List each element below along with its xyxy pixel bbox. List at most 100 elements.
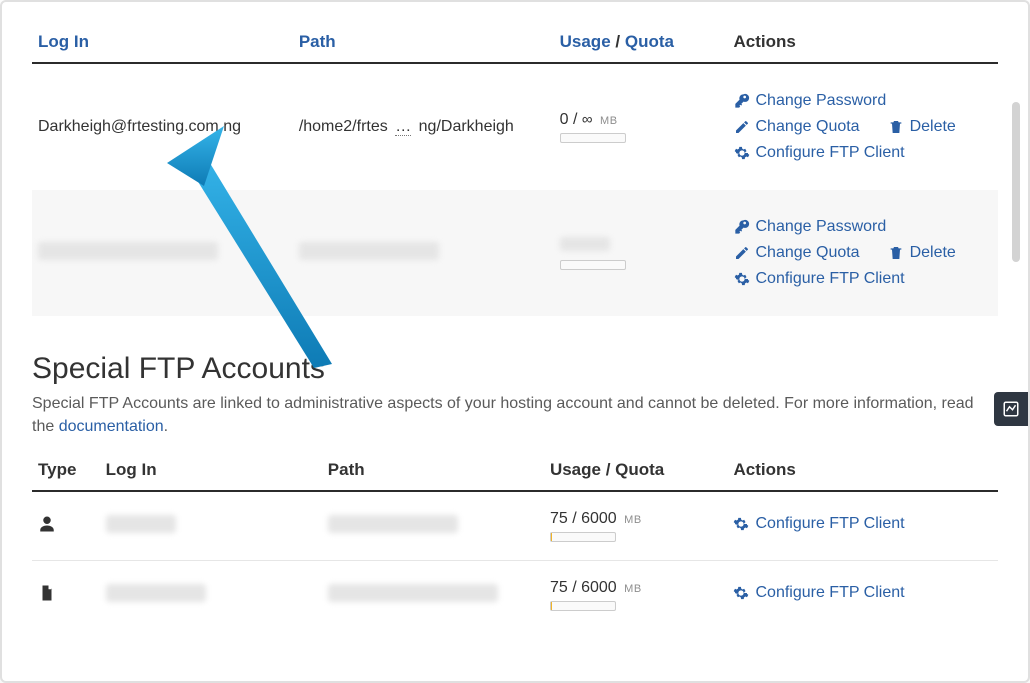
section-description: Special FTP Accounts are linked to admin… bbox=[32, 392, 998, 438]
usage-used: 0 bbox=[560, 111, 569, 128]
redacted bbox=[328, 515, 458, 533]
col-header-path: Path bbox=[322, 452, 544, 491]
actions-cell: Configure FTP Client bbox=[727, 561, 998, 630]
ftp-path-ellipsis[interactable]: … bbox=[395, 118, 411, 136]
redacted bbox=[299, 242, 439, 260]
usage-bar bbox=[560, 260, 626, 270]
col-header-path[interactable]: Path bbox=[293, 24, 554, 63]
ftp-accounts-table: Log In Path Usage / Quota Actions Darkhe… bbox=[32, 24, 998, 316]
path-cell bbox=[322, 491, 544, 561]
usage-used: 75 bbox=[550, 510, 568, 527]
change-password-link[interactable]: Change Password bbox=[734, 218, 887, 236]
configure-ftp-label: Configure FTP Client bbox=[756, 270, 905, 288]
usage-sep: / bbox=[572, 579, 576, 596]
type-cell bbox=[32, 561, 100, 630]
change-quota-link[interactable]: Change Quota bbox=[734, 244, 860, 262]
change-quota-label: Change Quota bbox=[756, 244, 860, 262]
usage-bar bbox=[550, 532, 616, 542]
redacted bbox=[106, 584, 206, 602]
section-desc-post: . bbox=[164, 418, 168, 435]
section-desc-pre: Special FTP Accounts are linked to admin… bbox=[32, 395, 974, 435]
ftp-path: /home2/frtes … ng/Darkheigh bbox=[293, 63, 554, 190]
ftp-account-row: Change Password Change Quota Delete bbox=[32, 190, 998, 316]
ftp-path-left: /home2/frtes bbox=[299, 118, 388, 135]
panel-frame: Log In Path Usage / Quota Actions Darkhe… bbox=[0, 0, 1030, 683]
gear-icon bbox=[734, 271, 750, 287]
usage-used: 75 bbox=[550, 579, 568, 596]
trash-icon bbox=[888, 245, 904, 261]
usage-sep: / bbox=[572, 510, 576, 527]
scrollbar-thumb[interactable] bbox=[1012, 102, 1020, 262]
login-cell bbox=[100, 561, 322, 630]
ftp-login: Darkheigh@frtesting.com.ng bbox=[32, 63, 293, 190]
change-quota-link[interactable]: Change Quota bbox=[734, 118, 860, 136]
configure-ftp-link[interactable]: Configure FTP Client bbox=[733, 515, 904, 533]
path-cell bbox=[322, 561, 544, 630]
ftp-login bbox=[32, 190, 293, 316]
delete-label: Delete bbox=[910, 244, 956, 262]
redacted bbox=[328, 584, 498, 602]
usage-quota: 6000 bbox=[581, 510, 617, 527]
col-header-type: Type bbox=[32, 452, 100, 491]
special-ftp-row: 75 / 6000 MB Configure FTP Client bbox=[32, 491, 998, 561]
col-header-usage-quota[interactable]: Usage / Quota bbox=[554, 24, 728, 63]
redacted bbox=[106, 515, 176, 533]
ftp-path bbox=[293, 190, 554, 316]
col-header-usage: Usage / Quota bbox=[544, 452, 728, 491]
ftp-actions-cell: Change Password Change Quota Delete bbox=[728, 190, 999, 316]
gear-icon bbox=[733, 516, 749, 532]
configure-ftp-label: Configure FTP Client bbox=[756, 144, 905, 162]
stats-badge[interactable] bbox=[994, 392, 1028, 426]
col-header-login[interactable]: Log In bbox=[32, 24, 293, 63]
configure-ftp-link[interactable]: Configure FTP Client bbox=[734, 270, 905, 288]
configure-ftp-label: Configure FTP Client bbox=[755, 584, 904, 602]
delete-link[interactable]: Delete bbox=[888, 118, 956, 136]
col-header-actions: Actions bbox=[727, 452, 998, 491]
trash-icon bbox=[888, 119, 904, 135]
section-title: Special FTP Accounts bbox=[32, 352, 998, 386]
usage-quota: 6000 bbox=[581, 579, 617, 596]
actions-cell: Configure FTP Client bbox=[727, 491, 998, 561]
key-icon bbox=[734, 93, 750, 109]
usage-unit: MB bbox=[624, 583, 642, 595]
change-password-label: Change Password bbox=[756, 218, 887, 236]
ftp-path-right: ng/Darkheigh bbox=[419, 118, 514, 135]
gear-icon bbox=[733, 585, 749, 601]
usage-cell: 75 / 6000 MB bbox=[544, 491, 728, 561]
pencil-icon bbox=[734, 119, 750, 135]
pencil-icon bbox=[734, 245, 750, 261]
change-quota-label: Change Quota bbox=[756, 118, 860, 136]
col-header-login: Log In bbox=[100, 452, 322, 491]
configure-ftp-link[interactable]: Configure FTP Client bbox=[734, 144, 905, 162]
scrollbar-track[interactable] bbox=[1012, 22, 1020, 661]
usage-unit: MB bbox=[600, 115, 618, 127]
ftp-account-row: Darkheigh@frtesting.com.ng /home2/frtes … bbox=[32, 63, 998, 190]
delete-label: Delete bbox=[910, 118, 956, 136]
file-icon bbox=[38, 589, 56, 606]
redacted bbox=[38, 242, 218, 260]
change-password-label: Change Password bbox=[756, 92, 887, 110]
col-header-usage[interactable]: Usage bbox=[560, 32, 611, 51]
login-cell bbox=[100, 491, 322, 561]
configure-ftp-label: Configure FTP Client bbox=[755, 515, 904, 533]
configure-ftp-link[interactable]: Configure FTP Client bbox=[733, 584, 904, 602]
key-icon bbox=[734, 219, 750, 235]
col-header-quota[interactable]: Quota bbox=[625, 32, 674, 51]
gear-icon bbox=[734, 145, 750, 161]
special-ftp-row: 75 / 6000 MB Configure FTP Client bbox=[32, 561, 998, 630]
type-cell bbox=[32, 491, 100, 561]
usage-sep: / bbox=[573, 111, 577, 128]
usage-bar bbox=[550, 601, 616, 611]
col-header-sep: / bbox=[615, 32, 620, 51]
usage-unit: MB bbox=[624, 514, 642, 526]
redacted bbox=[560, 237, 610, 251]
delete-link[interactable]: Delete bbox=[888, 244, 956, 262]
ftp-usage-cell: 0 / ∞ MB bbox=[554, 63, 728, 190]
usage-cell: 75 / 6000 MB bbox=[544, 561, 728, 630]
change-password-link[interactable]: Change Password bbox=[734, 92, 887, 110]
usage-bar bbox=[560, 133, 626, 143]
documentation-link[interactable]: documentation bbox=[59, 418, 164, 435]
ftp-usage-cell bbox=[554, 190, 728, 316]
usage-quota: ∞ bbox=[582, 111, 593, 128]
special-ftp-table: Type Log In Path Usage / Quota Actions 7… bbox=[32, 452, 998, 629]
